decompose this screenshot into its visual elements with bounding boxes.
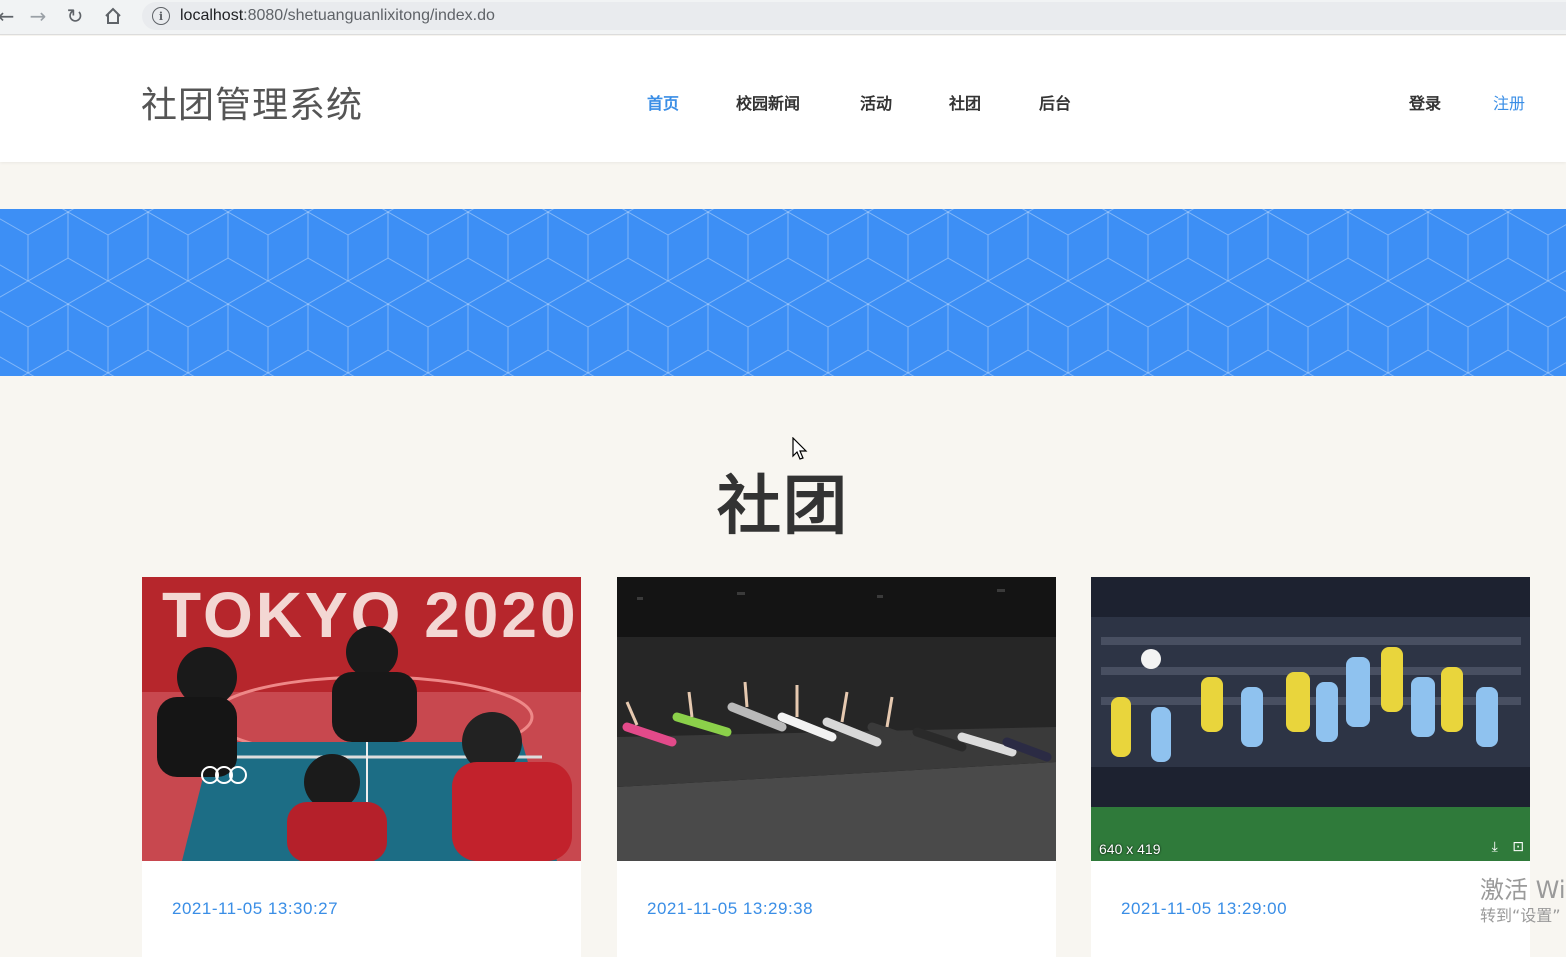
download-icon[interactable]: ⤓ xyxy=(1492,839,1498,855)
info-icon[interactable]: i xyxy=(152,7,170,25)
forward-arrow-icon[interactable]: → xyxy=(24,3,52,29)
club-image-football[interactable]: 640 x 419 ⤓ ⊡ xyxy=(1091,577,1530,861)
register-link[interactable]: 注册 xyxy=(1493,90,1525,114)
windows-activation-watermark: 激活 Wi 转到“设置” xyxy=(1480,875,1566,927)
club-image-table-tennis[interactable]: TOKYO 2020 xyxy=(142,577,581,861)
club-card[interactable]: 2021-11-05 13:29:38 xyxy=(617,577,1056,957)
site-title[interactable]: 社团管理系统 xyxy=(141,76,363,128)
hero-banner xyxy=(0,209,1566,376)
banner-cube-pattern xyxy=(0,209,1566,376)
address-bar[interactable]: i localhost:8080/shetuanguanlixitong/ind… xyxy=(142,2,1566,30)
home-icon[interactable] xyxy=(99,3,127,29)
screenshot-icon[interactable]: ⊡ xyxy=(1512,839,1524,855)
reload-icon[interactable]: ↻ xyxy=(61,3,89,29)
card-date: 2021-11-05 13:29:38 xyxy=(647,899,814,918)
login-link[interactable]: 登录 xyxy=(1409,90,1441,114)
nav-clubs[interactable]: 社团 xyxy=(949,90,981,114)
club-card[interactable]: TOKYO 2020 2021-11-05 13:30:27 xyxy=(142,577,581,957)
mouse-cursor-icon xyxy=(792,437,808,460)
nav-home[interactable]: 首页 xyxy=(647,90,679,114)
nav-activities[interactable]: 活动 xyxy=(860,90,892,114)
watermark-line-2: 转到“设置” xyxy=(1480,906,1561,925)
nav-campus-news[interactable]: 校园新闻 xyxy=(736,90,800,114)
watermark-line-1: 激活 Wi xyxy=(1480,876,1566,904)
image-tools: ⤓ ⊡ xyxy=(1492,839,1524,855)
club-card[interactable]: 640 x 419 ⤓ ⊡ 2021-11-05 13:29:00 xyxy=(1091,577,1530,957)
card-date: 2021-11-05 13:29:00 xyxy=(1121,899,1288,918)
browser-toolbar: ← → ↻ i localhost:8080/shetuanguanlixito… xyxy=(0,0,1566,35)
section-title: 社团 xyxy=(717,470,849,544)
url-text: localhost:8080/shetuanguanlixitong/index… xyxy=(180,7,495,24)
back-arrow-icon[interactable]: ← xyxy=(0,3,20,29)
image-size-label: 640 x 419 xyxy=(1099,841,1161,857)
club-image-dance[interactable] xyxy=(617,577,1056,861)
site-header: 社团管理系统 首页 校园新闻 活动 社团 后台 登录 注册 xyxy=(0,36,1566,162)
card-date: 2021-11-05 13:30:27 xyxy=(172,899,339,918)
nav-admin[interactable]: 后台 xyxy=(1039,90,1071,114)
